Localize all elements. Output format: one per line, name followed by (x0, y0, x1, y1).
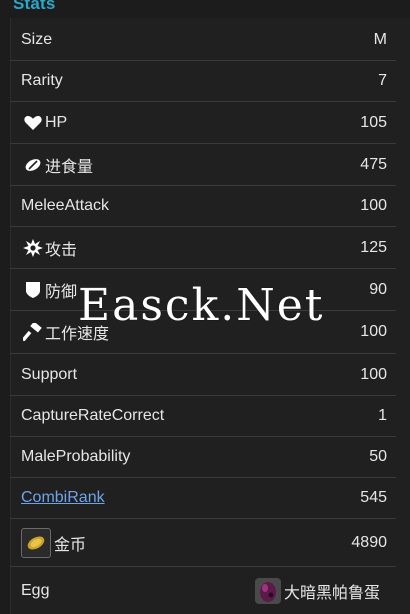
stat-label: 防御 (45, 283, 78, 301)
stat-value: M (373, 31, 387, 48)
stat-row-combi-rank: CombiRank 545 (10, 478, 396, 519)
stat-value: 4890 (351, 533, 387, 551)
stat-label: Support (21, 365, 78, 383)
stat-row-attack: 攻击 125 (10, 227, 396, 269)
heart-icon (24, 115, 42, 130)
stat-value: 100 (360, 197, 387, 214)
stat-value: 7 (378, 72, 387, 89)
stat-row-gold: 金币 4890 (10, 519, 396, 567)
stats-panel: Stats Size M Rarity 7 HP 105 进食量 475 Mel… (0, 0, 410, 614)
stat-row-melee-attack: MeleeAttack 100 (10, 186, 396, 227)
stat-label: MeleeAttack (21, 197, 110, 214)
stat-row-rarity: Rarity 7 (10, 61, 396, 102)
hammer-icon (23, 323, 42, 341)
stat-value: 475 (360, 155, 387, 173)
stat-value: 545 (360, 489, 387, 506)
stat-row-defense: 防御 90 (10, 269, 396, 311)
stat-value: 1 (378, 407, 387, 424)
stat-label: 攻击 (45, 241, 78, 259)
combi-rank-link[interactable]: CombiRank (10, 489, 105, 507)
stat-row-male-probability: MaleProbability 50 (10, 437, 396, 478)
egg-name: 大暗黑帕鲁蛋 (283, 584, 380, 602)
dark-egg-icon (254, 577, 281, 604)
stat-label: 金币 (54, 536, 87, 554)
stat-value: 105 (360, 113, 387, 131)
stat-row-support: Support 100 (10, 354, 396, 396)
gold-coin-icon (21, 527, 51, 558)
stat-label: Rarity (21, 72, 63, 89)
stat-value: 50 (369, 448, 387, 465)
stat-label: 工作速度 (45, 326, 110, 343)
stat-row-capture-rate: CaptureRateCorrect 1 (10, 396, 396, 437)
shield-icon (26, 281, 40, 298)
stat-row-size: Size M (10, 20, 396, 61)
stat-label: Size (21, 31, 53, 48)
stat-label: CaptureRateCorrect (21, 407, 165, 424)
stat-label: Egg (21, 581, 50, 599)
stat-value: 100 (360, 323, 387, 340)
stat-value: 125 (360, 238, 387, 256)
attack-burst-icon (23, 238, 43, 257)
section-title: Stats (13, 0, 56, 13)
food-icon (25, 158, 41, 171)
stat-row-food: 进食量 475 (10, 144, 396, 186)
stat-row-work-speed: 工作速度 100 (10, 311, 396, 354)
stat-value: 90 (369, 280, 387, 298)
egg-link[interactable]: 大暗黑帕鲁蛋 (254, 577, 396, 604)
stat-label: 进食量 (45, 158, 94, 176)
stat-value: 100 (360, 365, 387, 383)
stat-row-egg: Egg 大暗黑帕鲁蛋 (10, 567, 396, 614)
stat-row-hp: HP 105 (10, 102, 396, 144)
stat-label: MaleProbability (21, 448, 131, 465)
stat-label: HP (45, 113, 68, 131)
